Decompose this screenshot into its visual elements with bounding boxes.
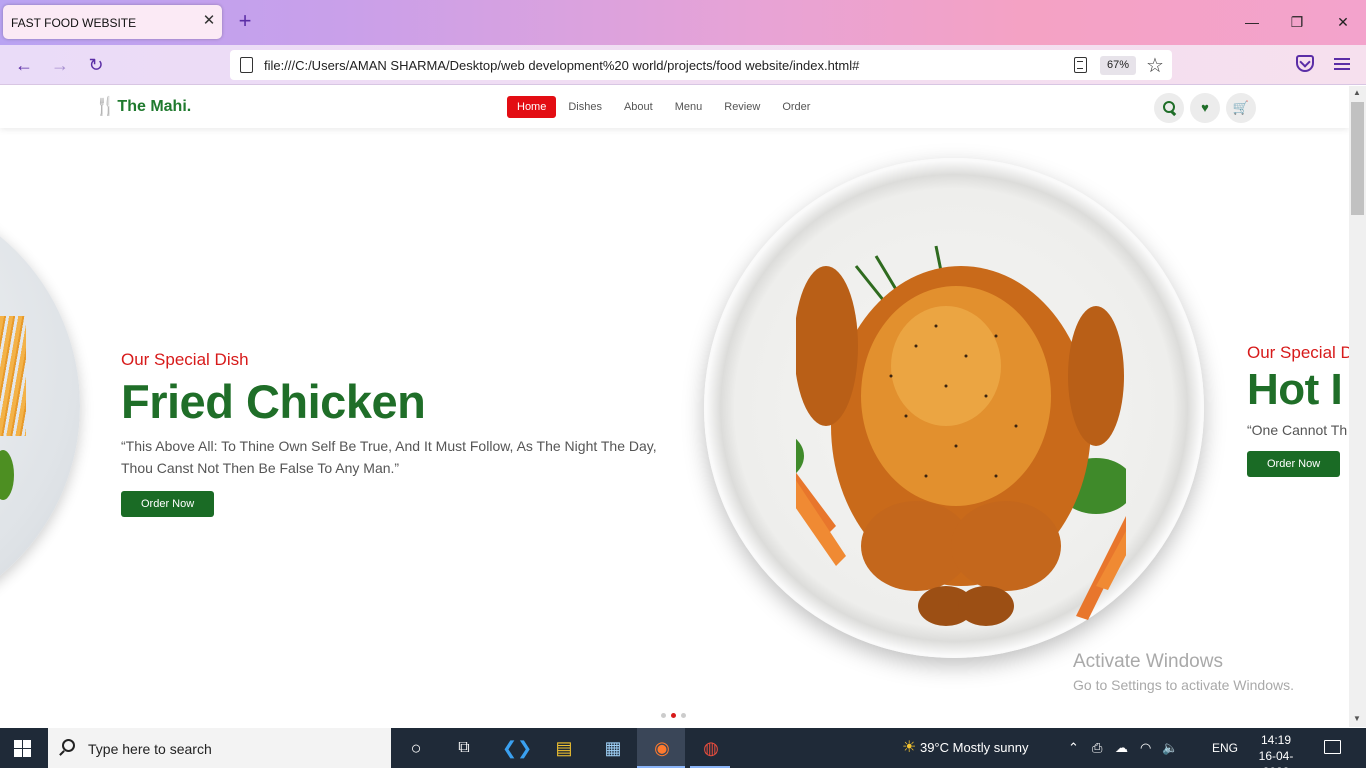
site-nav: Home Dishes About Menu Review Order xyxy=(507,96,822,118)
fork-knife-icon: 🍴 xyxy=(94,96,117,116)
browser-tab[interactable]: FAST FOOD WEBSITE ✕ xyxy=(3,5,222,39)
cart-icon[interactable]: 🛒 xyxy=(1226,93,1256,123)
page-scrollbar[interactable]: ▲ ▼ xyxy=(1349,86,1366,727)
order-now-button[interactable]: Order Now xyxy=(121,491,215,517)
next-slide-quote: “One Cannot Th xyxy=(1247,422,1348,438)
browser-toolbar: ← → ↻ file:///C:/Users/AMAN SHARMA/Deskt… xyxy=(0,45,1366,85)
close-window-button[interactable]: ✕ xyxy=(1328,10,1358,34)
nav-review[interactable]: Review xyxy=(714,96,770,118)
nav-menu[interactable]: Menu xyxy=(665,96,713,118)
forward-button[interactable]: → xyxy=(48,54,72,76)
carousel-pagination xyxy=(661,713,686,718)
taskbar-search-placeholder: Type here to search xyxy=(88,741,212,757)
activate-windows-watermark: Activate Windows Go to Settings to activ… xyxy=(1073,651,1294,693)
hero-slide-content: Our Special Dish Fried Chicken “This Abo… xyxy=(121,350,681,517)
weather-sun-icon: ☀ xyxy=(902,739,917,756)
volume-icon[interactable]: 🔈 xyxy=(1162,728,1178,768)
menu-icon[interactable] xyxy=(1334,58,1350,70)
meet-now-icon[interactable]: ⎙ xyxy=(1092,728,1102,768)
task-view-icon[interactable]: ⧉ xyxy=(451,736,477,760)
scroll-up-icon[interactable]: ▲ xyxy=(1353,88,1361,97)
web-page: 🍴 The Mahi. Home Dishes About Menu Revie… xyxy=(0,86,1349,727)
firefox-icon[interactable]: ◉ xyxy=(649,736,675,760)
file-explorer-icon[interactable]: ▤ xyxy=(551,736,577,760)
taskbar-clock[interactable]: 14:19 16-04-2022 xyxy=(1248,732,1304,780)
scrollbar-thumb[interactable] xyxy=(1351,102,1364,215)
weather-widget[interactable]: ☀ 39°C Mostly sunny xyxy=(902,728,1029,768)
fried-chicken-image xyxy=(796,245,1126,626)
nav-home[interactable]: Home xyxy=(507,96,557,118)
minimize-button[interactable]: — xyxy=(1237,10,1267,34)
pocket-icon[interactable] xyxy=(1296,55,1314,72)
tab-close-icon[interactable]: ✕ xyxy=(200,12,218,30)
carousel-dot[interactable] xyxy=(681,713,686,718)
page-icon xyxy=(240,57,253,73)
paint-icon[interactable]: ▦ xyxy=(600,736,626,760)
restore-button[interactable]: ❐ xyxy=(1282,10,1312,34)
search-icon xyxy=(62,739,75,752)
windows-start-icon[interactable] xyxy=(14,740,31,757)
carousel-dot-active[interactable] xyxy=(671,713,676,718)
zoom-level[interactable]: 67% xyxy=(1100,56,1136,75)
url-text[interactable]: file:///C:/Users/AMAN SHARMA/Desktop/web… xyxy=(264,58,859,73)
next-slide-content: Our Special D Hot I “One Cannot Th Order… xyxy=(1247,343,1349,477)
windows-taskbar: Type here to search ○ ⧉ ❮❯ ▤ ▦ ◉ ◍ ☀ 39°… xyxy=(0,728,1366,779)
heart-icon[interactable]: ♥ xyxy=(1190,93,1220,123)
header-icons: ♥ 🛒 xyxy=(1154,93,1256,123)
watermark-subtitle: Go to Settings to activate Windows. xyxy=(1073,677,1294,693)
site-header: 🍴 The Mahi. Home Dishes About Menu Revie… xyxy=(0,86,1349,128)
url-bar[interactable]: file:///C:/Users/AMAN SHARMA/Desktop/web… xyxy=(230,50,1172,80)
search-icon[interactable] xyxy=(1154,93,1184,123)
chevron-up-icon[interactable]: ⌃ xyxy=(1068,728,1079,768)
vscode-icon[interactable]: ❮❯ xyxy=(502,736,532,760)
next-slide-title: Hot I xyxy=(1247,365,1343,414)
bookmark-star-icon[interactable]: ☆ xyxy=(1146,53,1164,78)
back-button[interactable]: ← xyxy=(12,54,36,76)
site-logo[interactable]: 🍴 The Mahi. xyxy=(94,96,191,117)
cortana-icon[interactable]: ○ xyxy=(403,736,429,760)
tab-title: FAST FOOD WEBSITE xyxy=(11,16,137,30)
nav-about[interactable]: About xyxy=(614,96,663,118)
watermark-title: Activate Windows xyxy=(1073,651,1223,672)
notification-icon[interactable] xyxy=(1324,740,1341,754)
scroll-down-icon[interactable]: ▼ xyxy=(1353,714,1361,723)
weather-text: 39°C Mostly sunny xyxy=(919,740,1029,755)
language-indicator[interactable]: ENG xyxy=(1212,728,1238,768)
nav-dishes[interactable]: Dishes xyxy=(558,96,612,118)
slide-quote: “This Above All: To Thine Own Self Be Tr… xyxy=(121,438,657,476)
slide-title: Fried Chicken xyxy=(121,375,426,428)
clock-date: 16-04-2022 xyxy=(1258,749,1294,779)
chrome-icon[interactable]: ◍ xyxy=(698,736,724,760)
onedrive-icon[interactable]: ☁ xyxy=(1115,728,1128,768)
slide-subtitle: Our Special Dish xyxy=(121,350,249,369)
nav-order[interactable]: Order xyxy=(772,96,820,118)
new-tab-button[interactable]: + xyxy=(234,9,256,33)
fries-image xyxy=(0,316,26,436)
reader-view-icon[interactable] xyxy=(1074,57,1087,73)
next-slide-subtitle: Our Special D xyxy=(1247,343,1349,362)
taskbar-search[interactable]: Type here to search xyxy=(48,728,391,768)
next-order-now-button[interactable]: Order Now xyxy=(1247,451,1341,477)
logo-text: The Mahi. xyxy=(117,97,192,115)
browser-tabstrip: FAST FOOD WEBSITE ✕ + — ❐ ✕ xyxy=(0,0,1366,45)
wifi-icon[interactable]: ◠ xyxy=(1140,728,1151,768)
carousel-dot[interactable] xyxy=(661,713,666,718)
reload-button[interactable]: ↻ xyxy=(84,54,108,76)
clock-time: 14:19 xyxy=(1260,733,1292,747)
